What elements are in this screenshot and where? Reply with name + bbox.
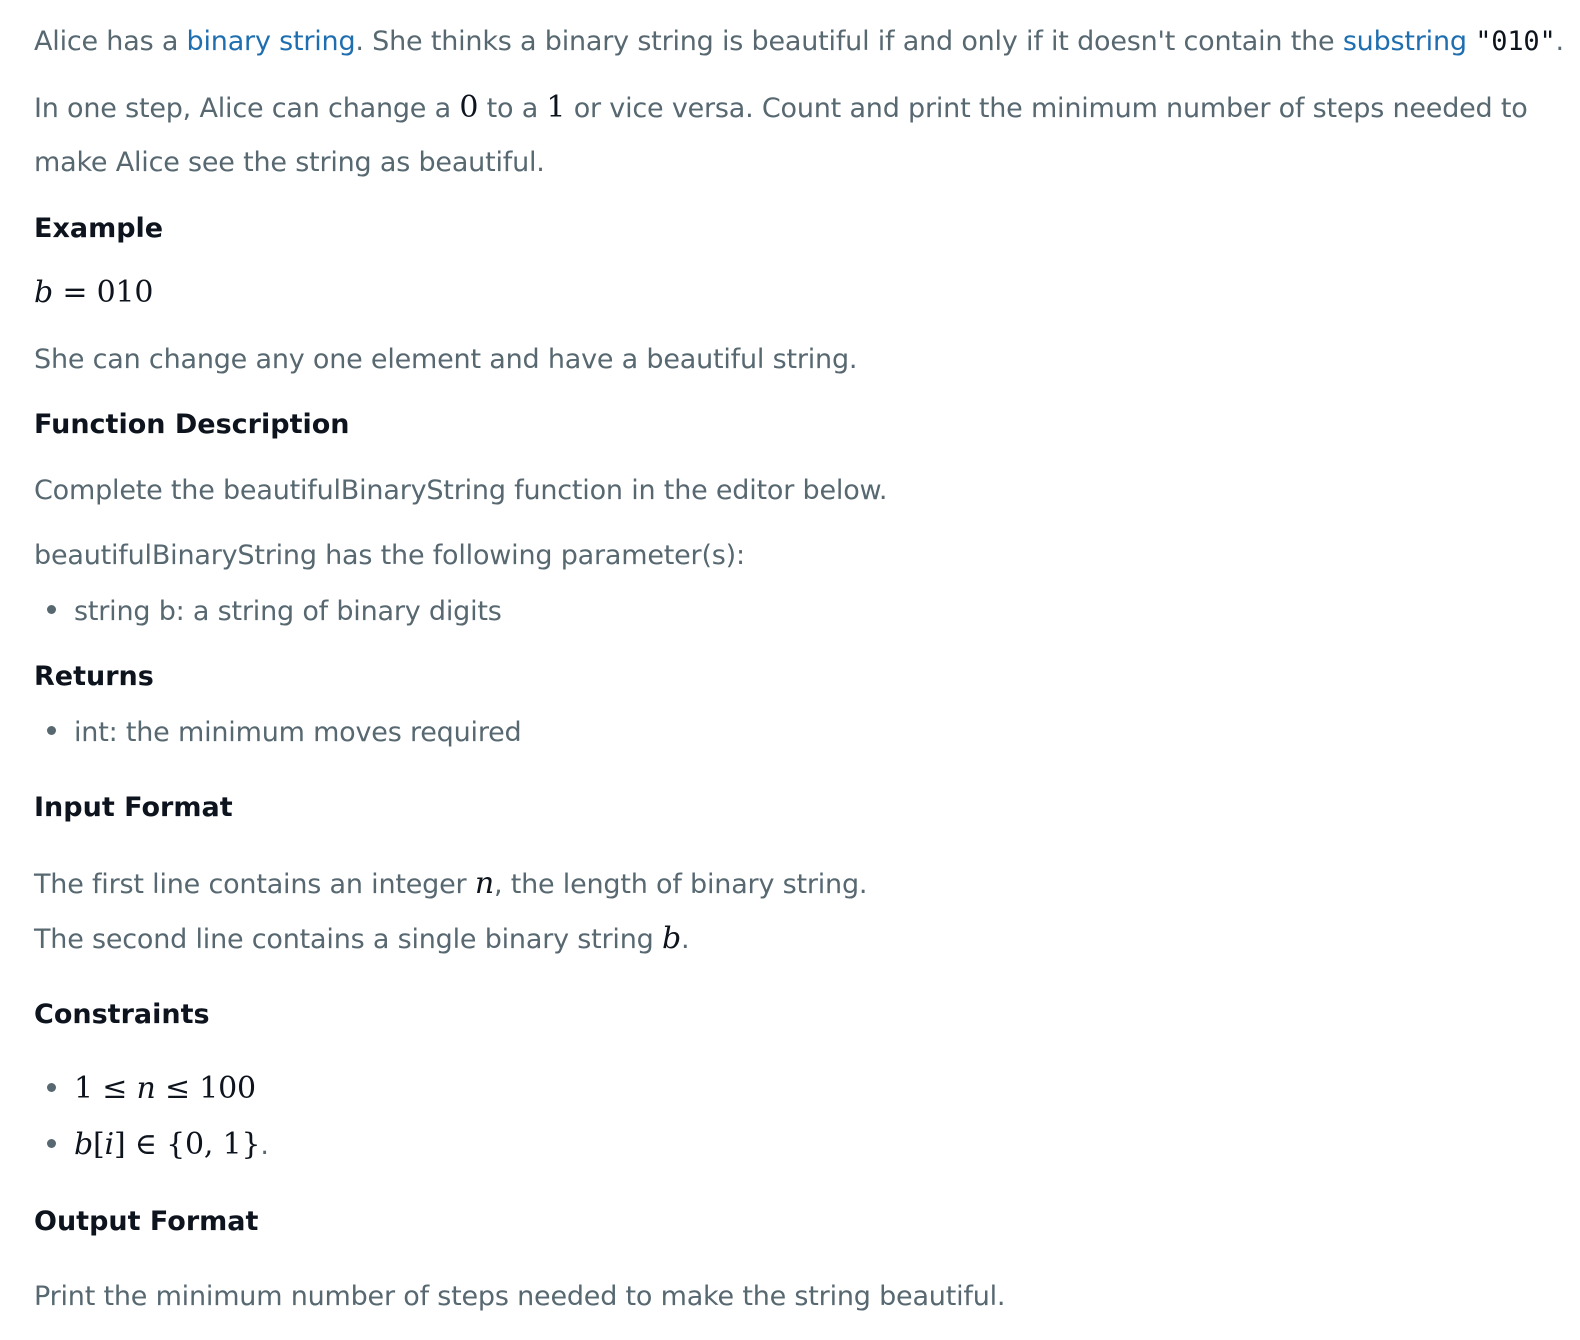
returns-heading: Returns [34, 661, 154, 692]
math-one: 1 [546, 90, 566, 125]
substring-link[interactable]: substring [1343, 26, 1467, 57]
list-item: 1 ≤ n ≤ 100 [34, 1069, 256, 1110]
intro-paragraph-2-cont: make Alice see the string as beautiful. [34, 147, 545, 178]
output-format-heading: Output Format [34, 1206, 259, 1237]
list-item: b[i] ∈ {0, 1}. [34, 1125, 269, 1166]
returns-text: int: the minimum moves required [74, 717, 522, 748]
list-item: int: the minimum moves required [34, 713, 522, 753]
bullet-icon [47, 1139, 56, 1148]
constraint-math: ] ∈ {0, 1} [113, 1127, 261, 1162]
input-format-line-2: The second line contains a single binary… [34, 919, 690, 960]
binary-string-link[interactable]: binary string [187, 26, 356, 57]
function-description-text: Complete the beautifulBinaryString funct… [34, 475, 888, 506]
example-equation: b = 010 [34, 273, 153, 314]
math-zero: 0 [459, 90, 479, 125]
constraints-heading: Constraints [34, 999, 210, 1030]
intro-text: to a [478, 93, 547, 124]
input-text: The second line contains a single binary… [34, 924, 662, 955]
bullet-icon [47, 726, 56, 735]
input-text: . [680, 924, 690, 955]
intro-text: . She thinks a binary string is beautifu… [355, 26, 1343, 57]
param-text: string b: a string of binary digits [74, 596, 502, 627]
input-format-heading: Input Format [34, 792, 233, 823]
input-format-line-1: The first line contains an integer n, th… [34, 864, 867, 905]
params-intro: beautifulBinaryString has the following … [34, 540, 745, 571]
bullet-icon [47, 605, 56, 614]
constraint-math: [ [93, 1127, 105, 1162]
intro-text: In one step, Alice can change a [34, 93, 460, 124]
intro-text: Alice has a [34, 26, 187, 57]
output-format-text: Print the minimum number of steps needed… [34, 1281, 1006, 1312]
example-heading: Example [34, 213, 164, 244]
constraint-math: ≤ 100 [155, 1071, 256, 1106]
intro-text: . [1555, 26, 1565, 57]
math-var-b: b [661, 921, 681, 956]
input-text: , the length of binary string. [493, 869, 868, 900]
constraint-period: . [260, 1130, 269, 1161]
math-var-n: n [474, 866, 494, 901]
math-var-b: b [34, 275, 54, 310]
intro-paragraph-2: In one step, Alice can change a 0 to a 1… [34, 88, 1528, 129]
intro-text: or vice versa. Count and print the minim… [565, 93, 1528, 124]
intro-paragraph-1: Alice has a binary string. She thinks a … [34, 22, 1564, 62]
inline-code: "010" [1475, 26, 1556, 57]
constraint-math: 1 ≤ [74, 1071, 137, 1106]
bullet-icon [47, 1083, 56, 1092]
math-var-n: n [136, 1071, 156, 1106]
list-item: string b: a string of binary digits [34, 592, 502, 632]
function-description-heading: Function Description [34, 409, 350, 440]
math-var-b: b [74, 1127, 94, 1162]
input-text: The first line contains an integer [34, 869, 475, 900]
example-text: She can change any one element and have … [34, 344, 858, 375]
math-equals: = 010 [53, 275, 154, 310]
math-var-i: i [104, 1127, 115, 1162]
